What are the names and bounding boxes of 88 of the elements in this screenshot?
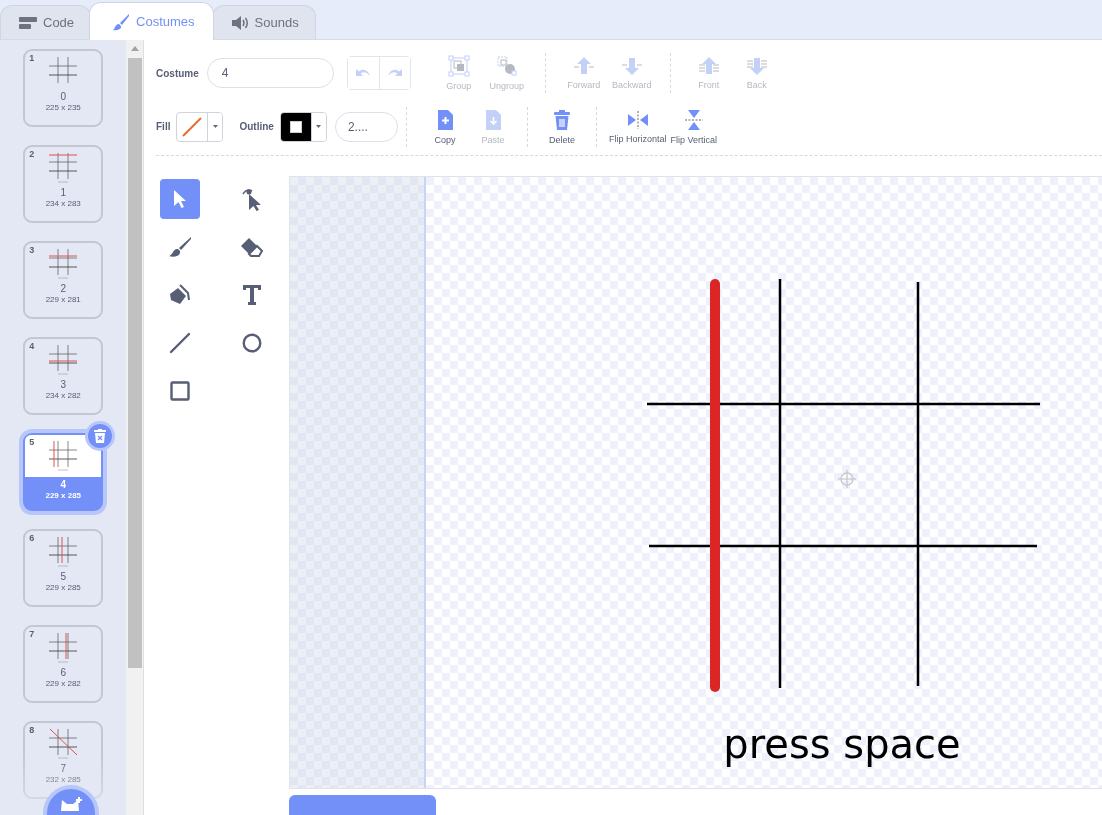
ungroup-icon <box>495 55 518 78</box>
costume-number: 6 <box>29 533 35 543</box>
costume-thumbnail <box>48 439 79 473</box>
costume-number: 3 <box>29 245 35 255</box>
costume-number: 4 <box>29 341 35 351</box>
costume-thumbnail <box>48 631 79 665</box>
arrow-up-icon <box>697 56 720 77</box>
speaker-icon <box>230 15 249 30</box>
costume-name: 6 <box>60 667 66 679</box>
costume-card[interactable]: 2 1 234 x 283 <box>23 145 104 223</box>
rectangle-icon <box>170 381 190 401</box>
group-icon <box>447 55 470 78</box>
outline-width-field[interactable]: 2.... <box>334 111 398 142</box>
scrollbar[interactable] <box>126 40 144 815</box>
toolbar-button[interactable]: Copy <box>422 108 467 145</box>
costume-thumbnail <box>48 535 79 569</box>
costume-size: 234 x 283 <box>45 199 81 209</box>
scroll-thumb[interactable] <box>127 58 142 668</box>
costume-card[interactable]: 4 3 234 x 282 <box>23 337 104 415</box>
reshape-icon <box>241 187 263 211</box>
costume-thumbnail <box>48 247 79 281</box>
fill-color-picker[interactable] <box>176 111 224 142</box>
costume-name: 2 <box>60 283 66 295</box>
blocks-icon <box>19 16 37 29</box>
costume-number: 7 <box>29 629 35 639</box>
scroll-up-icon <box>130 46 139 51</box>
costume-name-field[interactable]: 4 <box>206 58 334 89</box>
costume-size: 229 x 281 <box>45 295 81 305</box>
costume-thumbnail <box>48 727 79 761</box>
text-tool-icon <box>242 284 262 306</box>
costume-size: 234 x 282 <box>45 391 81 401</box>
costume-name: 4 <box>60 479 66 491</box>
costume-card[interactable]: 3 2 229 x 281 <box>23 241 104 319</box>
costume-card[interactable]: 1 0 225 x 235 <box>23 49 104 127</box>
line-icon <box>169 332 191 354</box>
costume-thumbnail <box>48 151 79 185</box>
costume-size: 229 x 285 <box>45 491 82 501</box>
trash-icon <box>551 108 572 131</box>
flip-vertical-icon <box>683 108 704 131</box>
arrow-down-icon <box>745 56 768 77</box>
grid-drawing[interactable] <box>647 279 1040 688</box>
brush-icon <box>112 12 131 31</box>
tab[interactable]: Code <box>0 5 92 39</box>
costume-number: 1 <box>29 53 35 63</box>
costume-size: 229 x 282 <box>45 679 81 689</box>
drawing-canvas[interactable]: press space <box>289 176 1102 789</box>
flip-horizontal-icon <box>626 109 649 130</box>
arrow-up-icon <box>572 56 595 77</box>
costume-name: 7 <box>60 763 66 775</box>
toolbar-button[interactable]: Flip Horizontal <box>608 109 667 144</box>
fill-label: Fill <box>156 121 171 133</box>
arrow-down-icon <box>620 56 643 77</box>
caret-icon <box>316 125 322 129</box>
costume-thumbnail <box>48 343 79 377</box>
costume-card[interactable]: 6 5 229 x 285 <box>23 529 104 607</box>
trash-icon <box>94 429 107 443</box>
square-icon <box>289 120 302 133</box>
pointer-icon <box>172 189 188 209</box>
canvas-text[interactable]: press space <box>723 721 961 767</box>
outline-label: Outline <box>239 121 274 133</box>
toolbar-button[interactable]: Delete <box>539 108 584 145</box>
costume-number: 2 <box>29 149 35 159</box>
costume-size: 225 x 235 <box>45 103 81 113</box>
costume-size: 229 x 285 <box>45 583 81 593</box>
outline-color-picker[interactable] <box>279 111 327 142</box>
toolbar-button[interactable]: Flip Vertical <box>670 108 717 145</box>
caret-icon <box>212 125 218 129</box>
eraser-icon <box>240 236 264 258</box>
tab[interactable]: Sounds <box>211 5 316 39</box>
costume-name: 0 <box>60 91 66 103</box>
costume-size: 232 x 285 <box>45 775 81 785</box>
no-fill-icon <box>181 115 204 138</box>
cat-icon <box>59 797 83 811</box>
tool-button[interactable] <box>160 179 200 219</box>
costume-card[interactable]: 7 6 229 x 282 <box>23 625 104 703</box>
costume-number: 8 <box>29 725 35 735</box>
paint-bucket-icon <box>168 283 192 307</box>
delete-button[interactable] <box>88 424 113 448</box>
costume-card[interactable]: 8 7 232 x 285 <box>23 721 104 799</box>
brush-icon <box>168 236 192 258</box>
costume-name: 1 <box>60 187 66 199</box>
costume-name: 5 <box>60 571 66 583</box>
costume-name: 3 <box>60 379 66 391</box>
circle-icon <box>242 333 262 353</box>
costume-label: Costume <box>156 67 199 79</box>
center-crosshair-icon <box>837 469 857 489</box>
costume-number: 5 <box>29 437 35 447</box>
tab[interactable]: Costumes <box>89 2 214 40</box>
